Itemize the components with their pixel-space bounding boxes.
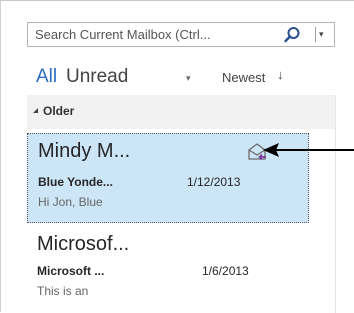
sort-direction-icon[interactable]: ↓: [277, 67, 284, 82]
search-scope-dropdown-icon[interactable]: ▾: [319, 26, 324, 43]
filter-all-tab[interactable]: All: [36, 66, 57, 88]
search-icon[interactable]: [282, 25, 302, 45]
search-box[interactable]: ▾: [27, 22, 335, 47]
message-preview: Hi Jon, Blue: [38, 195, 103, 209]
message-sender: Mindy M...: [38, 140, 131, 162]
search-divider: [315, 27, 316, 42]
list-item[interactable]: Microsof... Microsoft ... 1/6/2013 This …: [27, 223, 309, 308]
filter-unread-tab[interactable]: Unread: [66, 66, 128, 88]
message-subject: Microsoft ...: [37, 264, 105, 278]
filter-dropdown-icon[interactable]: ▾: [186, 73, 191, 84]
message-preview: This is an: [37, 284, 89, 298]
message-date: 1/12/2013: [187, 175, 241, 189]
group-label: Older: [43, 104, 75, 118]
message-subject: Blue Yonde...: [38, 175, 113, 189]
filter-bar: All Unread ▾ Newest ↓: [1, 63, 354, 95]
search-input[interactable]: [35, 23, 275, 46]
sort-newest-button[interactable]: Newest: [222, 70, 265, 85]
message-list-pane: ▾ All Unread ▾ Newest ↓ Older Mindy M...…: [0, 0, 354, 313]
callout-arrow-icon: [263, 143, 354, 157]
collapse-triangle-icon[interactable]: [33, 108, 38, 113]
message-sender: Microsof...: [37, 233, 130, 255]
list-right-border: [335, 95, 336, 313]
message-date: 1/6/2013: [202, 264, 249, 278]
group-header-older[interactable]: Older: [27, 95, 335, 129]
